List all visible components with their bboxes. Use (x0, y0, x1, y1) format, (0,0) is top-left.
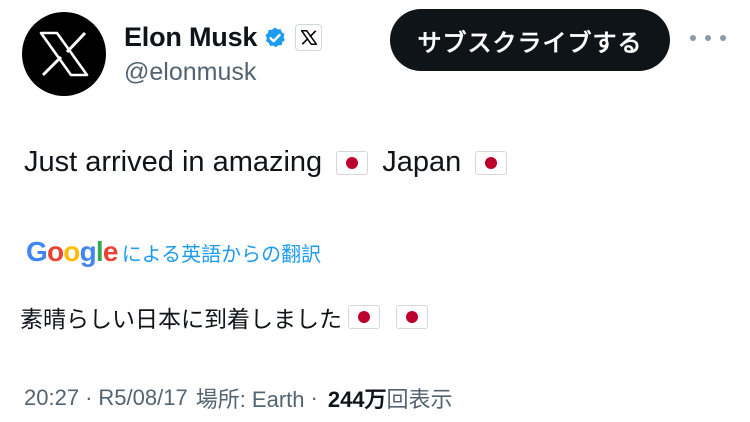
tweet-text-part1: Just arrived in amazing (24, 146, 323, 178)
google-logo: Google (26, 236, 118, 267)
user-handle[interactable]: @elonmusk (124, 58, 256, 87)
separator: · (310, 385, 318, 410)
subscribe-button[interactable]: サブスクライブする (390, 9, 670, 71)
tweet-text-part2: Japan (382, 146, 462, 178)
translation-label[interactable]: による英語からの翻訳 (122, 238, 321, 267)
translation-attribution[interactable]: Google による英語からの翻訳 (26, 236, 321, 268)
views-label: 回表示 (386, 387, 453, 412)
display-name[interactable]: Elon Musk (124, 22, 257, 53)
translated-text-body: 素晴らしい日本に到着しました (20, 306, 342, 332)
japan-flag-icon (336, 150, 369, 175)
more-options-icon[interactable] (690, 26, 726, 50)
x-logo-icon (300, 30, 317, 45)
more-dot (705, 35, 711, 41)
tweet-time[interactable]: 20:27 (24, 385, 79, 411)
affiliation-badge[interactable] (295, 24, 323, 51)
avatar[interactable] (22, 12, 106, 96)
tweet-date[interactable]: R5/08/17 (98, 385, 187, 411)
more-dot (690, 35, 696, 41)
tweet-metadata: 20:27 · R5/08/17 場所: Earth · 244万 回表示 (24, 382, 453, 414)
verified-badge-icon[interactable] (263, 26, 287, 50)
name-row: Elon Musk (124, 22, 323, 53)
japan-flag-icon (348, 305, 380, 329)
tweet-location: 場所: Earth (195, 387, 305, 412)
separator: · (85, 385, 93, 410)
tweet-text: Just arrived in amazing Japan (24, 146, 521, 179)
x-logo-icon (39, 31, 89, 77)
japan-flag-icon (475, 150, 508, 175)
translated-text: 素晴らしい日本に到着しました (20, 300, 438, 334)
japan-flag-icon (396, 305, 428, 329)
views-count[interactable]: 244万 (328, 382, 387, 414)
more-dot (720, 35, 726, 41)
